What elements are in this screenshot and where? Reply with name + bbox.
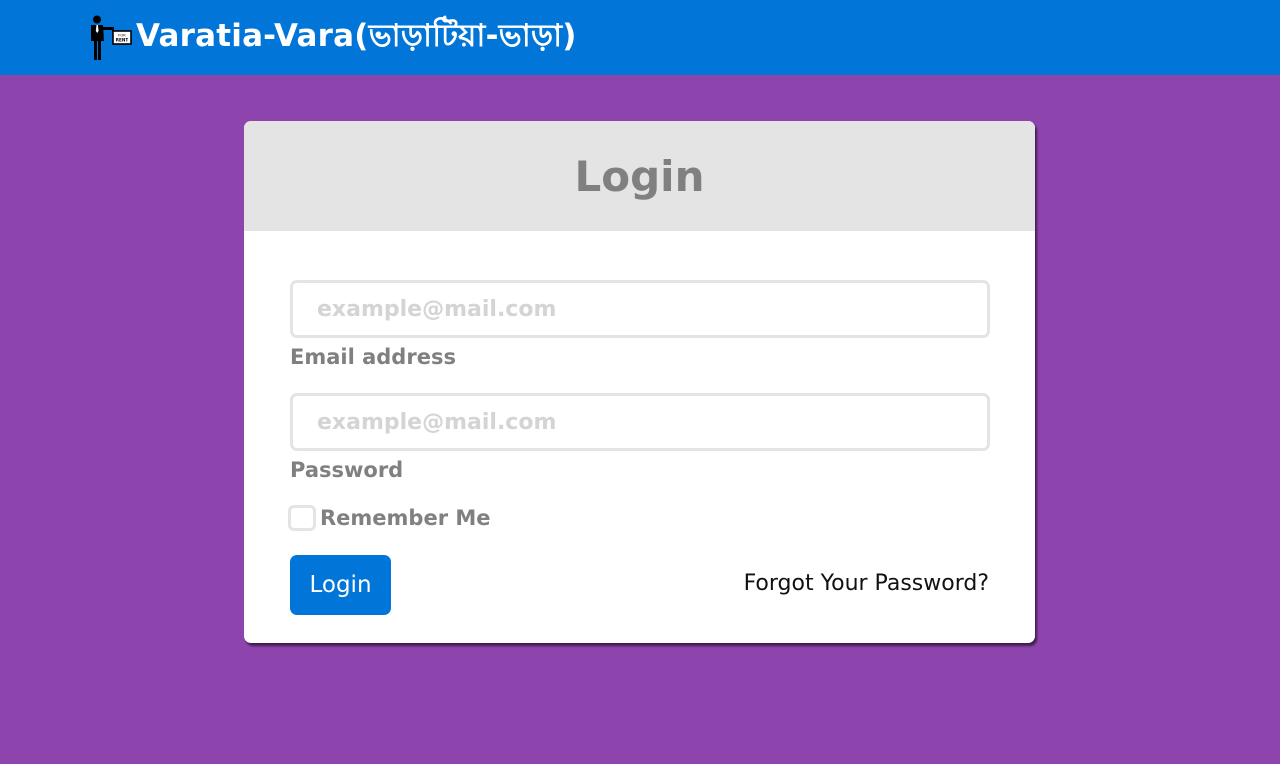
password-label: Password xyxy=(290,458,404,482)
remember-me-label[interactable]: Remember Me xyxy=(320,506,491,530)
login-card: Login Email address Password Remember Me… xyxy=(244,121,1035,643)
email-field-group: Email address xyxy=(290,280,990,369)
man-with-for-rent-sign-icon: FOR RENT xyxy=(91,15,132,60)
password-field-group: Password xyxy=(290,393,990,482)
login-card-header: Login xyxy=(244,121,1035,231)
brand-title: Varatia-Vara(ভাড়াটিয়া-ভাড়া) xyxy=(136,17,577,54)
remember-me-group: Remember Me xyxy=(288,505,491,531)
brand-link[interactable]: FOR RENT Varatia-Vara(ভাড়াটিয়া-ভাড়া) xyxy=(86,12,577,64)
login-button[interactable]: Login xyxy=(290,555,391,615)
top-navbar: FOR RENT Varatia-Vara(ভাড়াটিয়া-ভাড়া) xyxy=(0,0,1280,75)
email-input[interactable] xyxy=(290,280,990,338)
remember-me-checkbox[interactable] xyxy=(288,505,316,531)
forgot-password-link[interactable]: Forgot Your Password? xyxy=(744,571,989,596)
email-label: Email address xyxy=(290,345,456,369)
svg-text:RENT: RENT xyxy=(116,37,129,42)
login-title: Login xyxy=(574,151,705,201)
password-input[interactable] xyxy=(290,393,990,451)
